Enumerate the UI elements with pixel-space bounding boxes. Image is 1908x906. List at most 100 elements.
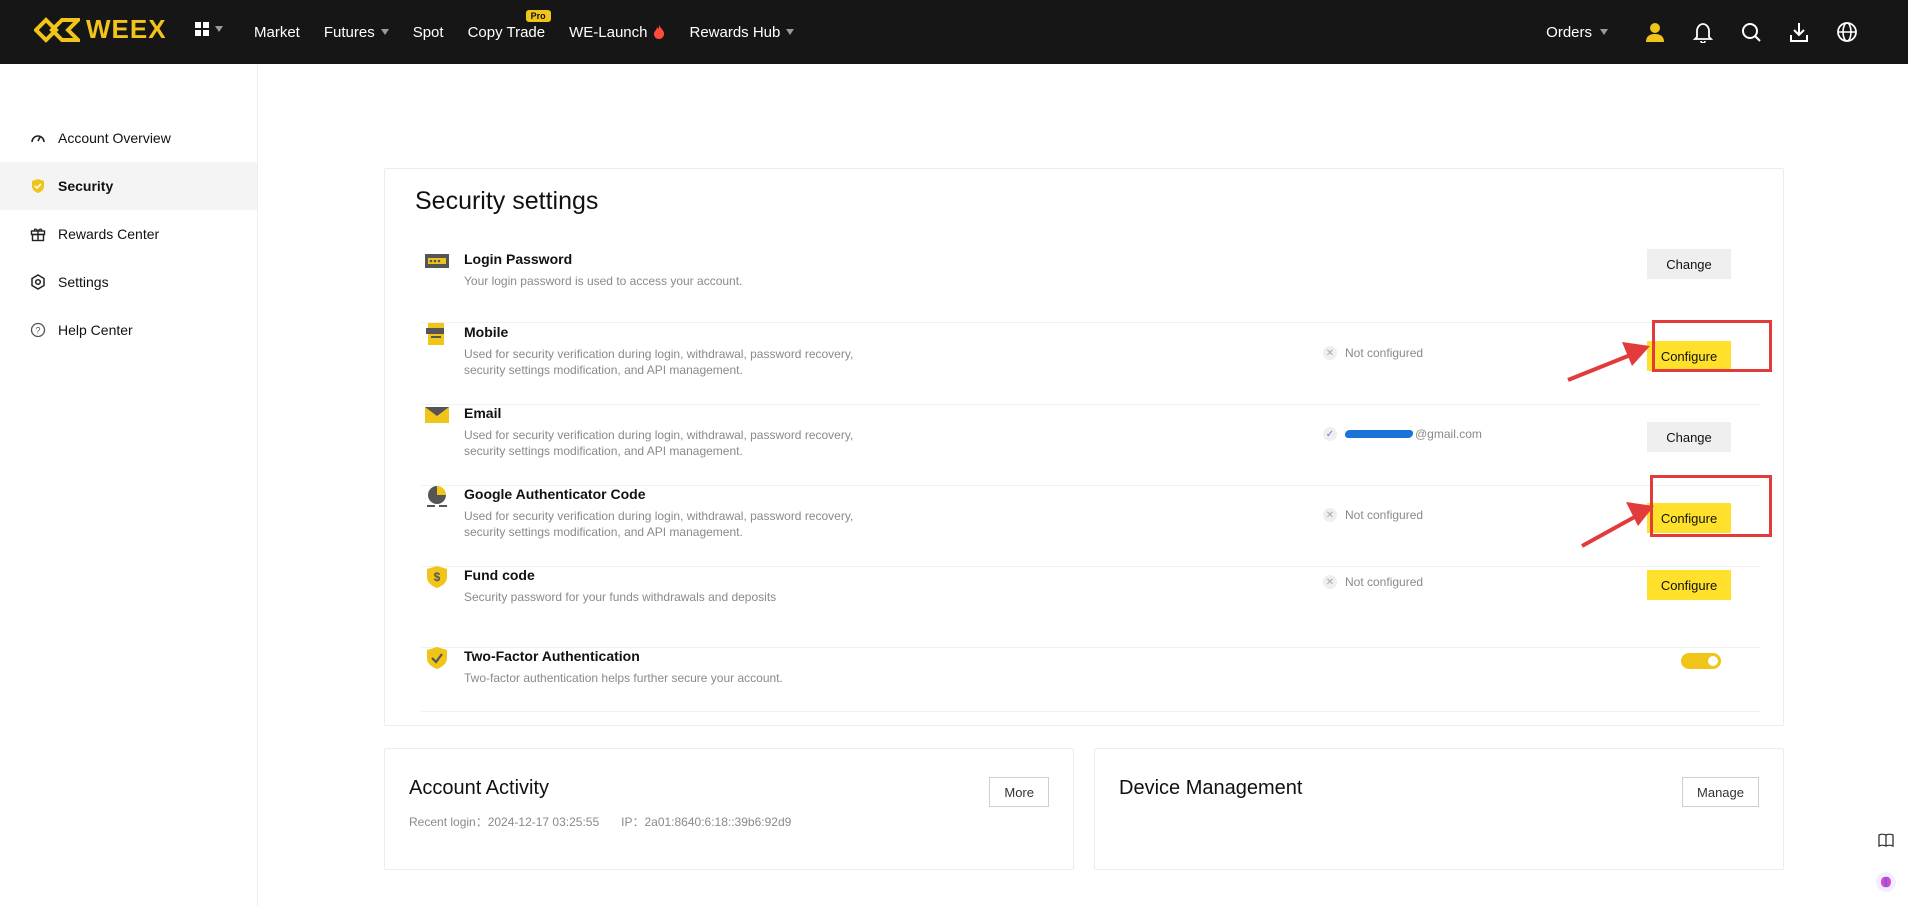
sidebar-item-label: Rewards Center <box>58 226 160 242</box>
user-icon[interactable] <box>1642 19 1668 45</box>
chevron-down-icon <box>215 26 223 32</box>
row-title: Google Authenticator Code <box>464 486 646 502</box>
account-activity-title: Account Activity <box>409 777 550 799</box>
sidebar-item-settings[interactable]: Settings <box>0 258 257 306</box>
nav-futures[interactable]: Futures <box>324 24 389 41</box>
row-email: Email Used for security verification dur… <box>421 405 1761 486</box>
fund-code-icon: $ <box>427 566 447 588</box>
svg-text:$: $ <box>434 570 441 584</box>
mobile-icon <box>426 323 444 345</box>
login-ip: IP：2a01:8640:6:18::39b6:92d9 <box>621 815 792 829</box>
weex-logo[interactable]: WEEX <box>34 14 167 45</box>
security-settings-card: Security settings Login Password Your lo… <box>384 168 1784 726</box>
x-icon: ✕ <box>1323 575 1337 589</box>
apps-menu-button[interactable] <box>195 22 223 36</box>
nav-label: Futures <box>323 23 375 41</box>
row-google-authenticator: Google Authenticator Code Used for secur… <box>421 486 1761 567</box>
brain-icon[interactable] <box>1872 868 1900 896</box>
nav-label: WE-Launch <box>569 23 648 41</box>
verified-shield-icon <box>427 647 447 669</box>
two-factor-toggle[interactable] <box>1681 653 1721 669</box>
pro-badge: Pro <box>525 9 551 22</box>
nav-label: Spot <box>412 23 444 41</box>
recent-login-info: Recent login：2024-12-17 03:25:55 IP：2a01… <box>409 813 791 830</box>
sidebar-item-help-center[interactable]: ? Help Center <box>0 306 257 354</box>
top-navbar: WEEX Market Futures Spot Copy Trade Pro … <box>0 0 1908 64</box>
sidebar-item-label: Account Overview <box>58 130 171 146</box>
row-title: Mobile <box>464 324 509 340</box>
book-icon[interactable] <box>1872 826 1900 854</box>
row-title: Two-Factor Authentication <box>464 648 640 664</box>
download-icon[interactable] <box>1786 19 1812 45</box>
gift-icon <box>30 226 46 242</box>
row-desc: Security password for your funds withdra… <box>464 590 777 604</box>
status-text: Not configured <box>1345 575 1424 589</box>
check-icon: ✓ <box>1323 427 1337 441</box>
configure-fund-code-button[interactable]: Configure <box>1647 570 1731 600</box>
row-desc: Used for security verification during lo… <box>464 347 854 377</box>
nav-spot[interactable]: Spot <box>413 24 444 41</box>
row-title: Email <box>464 405 502 421</box>
redacted-email <box>1344 430 1414 438</box>
status-not-configured: ✕ Not configured <box>1323 508 1423 522</box>
chevron-down-icon <box>380 29 389 35</box>
highlight-box <box>1650 475 1772 537</box>
nav-right-group: Orders <box>1546 0 1860 64</box>
row-login-password: Login Password Your login password is us… <box>421 249 1761 323</box>
nav-rewards-hub[interactable]: Rewards Hub <box>689 23 795 41</box>
orders-label: Orders <box>1546 23 1592 41</box>
chevron-down-icon <box>1600 29 1608 35</box>
authenticator-icon <box>427 486 447 507</box>
account-activity-card: Account Activity Recent login：2024-12-17… <box>384 748 1074 870</box>
row-desc: Two-factor authentication helps further … <box>464 671 783 685</box>
gear-icon <box>30 274 46 290</box>
status-text: Not configured <box>1345 346 1424 360</box>
logo-mark-icon <box>34 16 80 43</box>
chevron-down-icon <box>786 29 795 35</box>
status-text: Not configured <box>1345 508 1424 522</box>
x-icon: ✕ <box>1323 508 1337 522</box>
password-icon <box>425 254 449 268</box>
sidebar-item-label: Help Center <box>58 322 133 338</box>
sidebar-item-rewards-center[interactable]: Rewards Center <box>0 210 257 258</box>
row-desc: Your login password is used to access yo… <box>464 274 743 288</box>
more-button[interactable]: More <box>989 777 1049 807</box>
bell-icon[interactable] <box>1690 19 1716 45</box>
search-icon[interactable] <box>1738 19 1764 45</box>
shield-icon <box>30 178 46 194</box>
recent-login: Recent login：2024-12-17 03:25:55 <box>409 815 600 829</box>
nav-market[interactable]: Market <box>254 24 300 41</box>
gauge-icon <box>30 130 46 146</box>
row-desc: Used for security verification during lo… <box>464 509 854 539</box>
email-icon <box>425 407 449 423</box>
row-desc: Used for security verification during lo… <box>464 428 854 458</box>
row-fund-code: $ Fund code Security password for your f… <box>421 566 1761 648</box>
nav-label: Copy Trade <box>467 23 546 41</box>
globe-icon[interactable] <box>1834 19 1860 45</box>
sidebar-item-security[interactable]: Security <box>0 162 257 210</box>
device-management-card: Device Management Manage <box>1094 748 1784 870</box>
nav-we-launch[interactable]: WE-Launch <box>569 24 665 41</box>
highlight-box <box>1652 320 1772 372</box>
sidebar-item-label: Settings <box>58 274 109 290</box>
main-nav: Market Futures Spot Copy Trade Pro WE-La… <box>254 0 818 64</box>
svg-text:?: ? <box>35 326 40 336</box>
grid-icon <box>195 22 209 36</box>
nav-copy-trade[interactable]: Copy Trade Pro <box>467 9 551 41</box>
x-icon: ✕ <box>1323 346 1337 360</box>
change-password-button[interactable]: Change <box>1647 249 1731 279</box>
email-domain: @gmail.com <box>1415 427 1482 441</box>
annotation-arrow-icon <box>1581 502 1654 548</box>
brand-name: WEEX <box>86 14 167 44</box>
fire-icon <box>654 25 665 39</box>
status-not-configured: ✕ Not configured <box>1323 575 1423 589</box>
row-title: Fund code <box>464 567 535 583</box>
page-title: Security settings <box>415 187 599 215</box>
change-email-button[interactable]: Change <box>1647 422 1731 452</box>
orders-menu[interactable]: Orders <box>1546 24 1608 41</box>
device-management-title: Device Management <box>1119 777 1303 799</box>
annotation-arrow-icon <box>1567 342 1650 382</box>
nav-label: Rewards Hub <box>689 23 781 41</box>
sidebar-item-account-overview[interactable]: Account Overview <box>0 114 257 162</box>
manage-button[interactable]: Manage <box>1682 777 1759 807</box>
